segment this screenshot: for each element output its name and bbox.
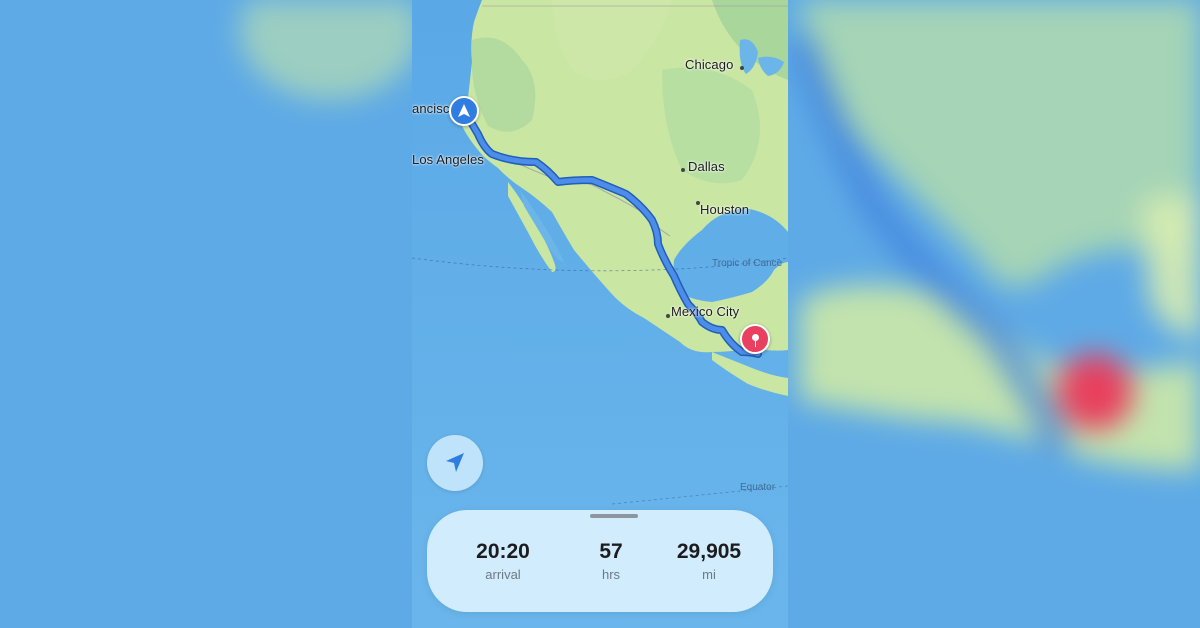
locate-me-button[interactable] — [427, 435, 483, 491]
navigation-arrow-icon — [458, 104, 470, 117]
city-dot-mexico-city — [666, 314, 670, 318]
location-arrow-icon — [446, 453, 464, 472]
city-dot-dallas — [681, 168, 685, 172]
arrival-time-value: 20:20 — [476, 540, 530, 563]
duration-stat: 57 hrs — [555, 540, 667, 582]
duration-value: 57 — [599, 540, 623, 563]
city-dot-chicago — [740, 66, 744, 70]
distance-stat: 29,905 mi — [653, 540, 765, 582]
distance-unit: mi — [702, 567, 716, 582]
duration-unit: hrs — [601, 567, 621, 582]
city-label-dallas: Dallas — [688, 159, 725, 174]
arrival-stat: 20:20 arrival — [447, 540, 559, 582]
city-label-los-angeles: Los Angeles — [412, 152, 484, 167]
tropic-of-cancer-label: Tropic of Cance — [712, 258, 783, 269]
start-location-marker[interactable] — [449, 96, 479, 126]
city-label-mexico-city: Mexico City — [671, 304, 740, 319]
sheet-grabber-handle[interactable] — [590, 514, 638, 518]
map-pin-icon — [751, 333, 759, 347]
phone-screen: Chicago ancisco Los Angeles Dallas Houst… — [412, 0, 788, 628]
trip-summary-card[interactable]: 20:20 arrival 57 hrs 29,905 mi — [427, 510, 773, 612]
distance-value: 29,905 — [676, 540, 742, 563]
equator-label: Equator — [740, 482, 776, 493]
city-label-houston: Houston — [700, 202, 750, 217]
city-label-chicago: Chicago — [685, 57, 734, 72]
destination-pin[interactable] — [740, 324, 770, 354]
arrival-label: arrival — [485, 567, 521, 582]
